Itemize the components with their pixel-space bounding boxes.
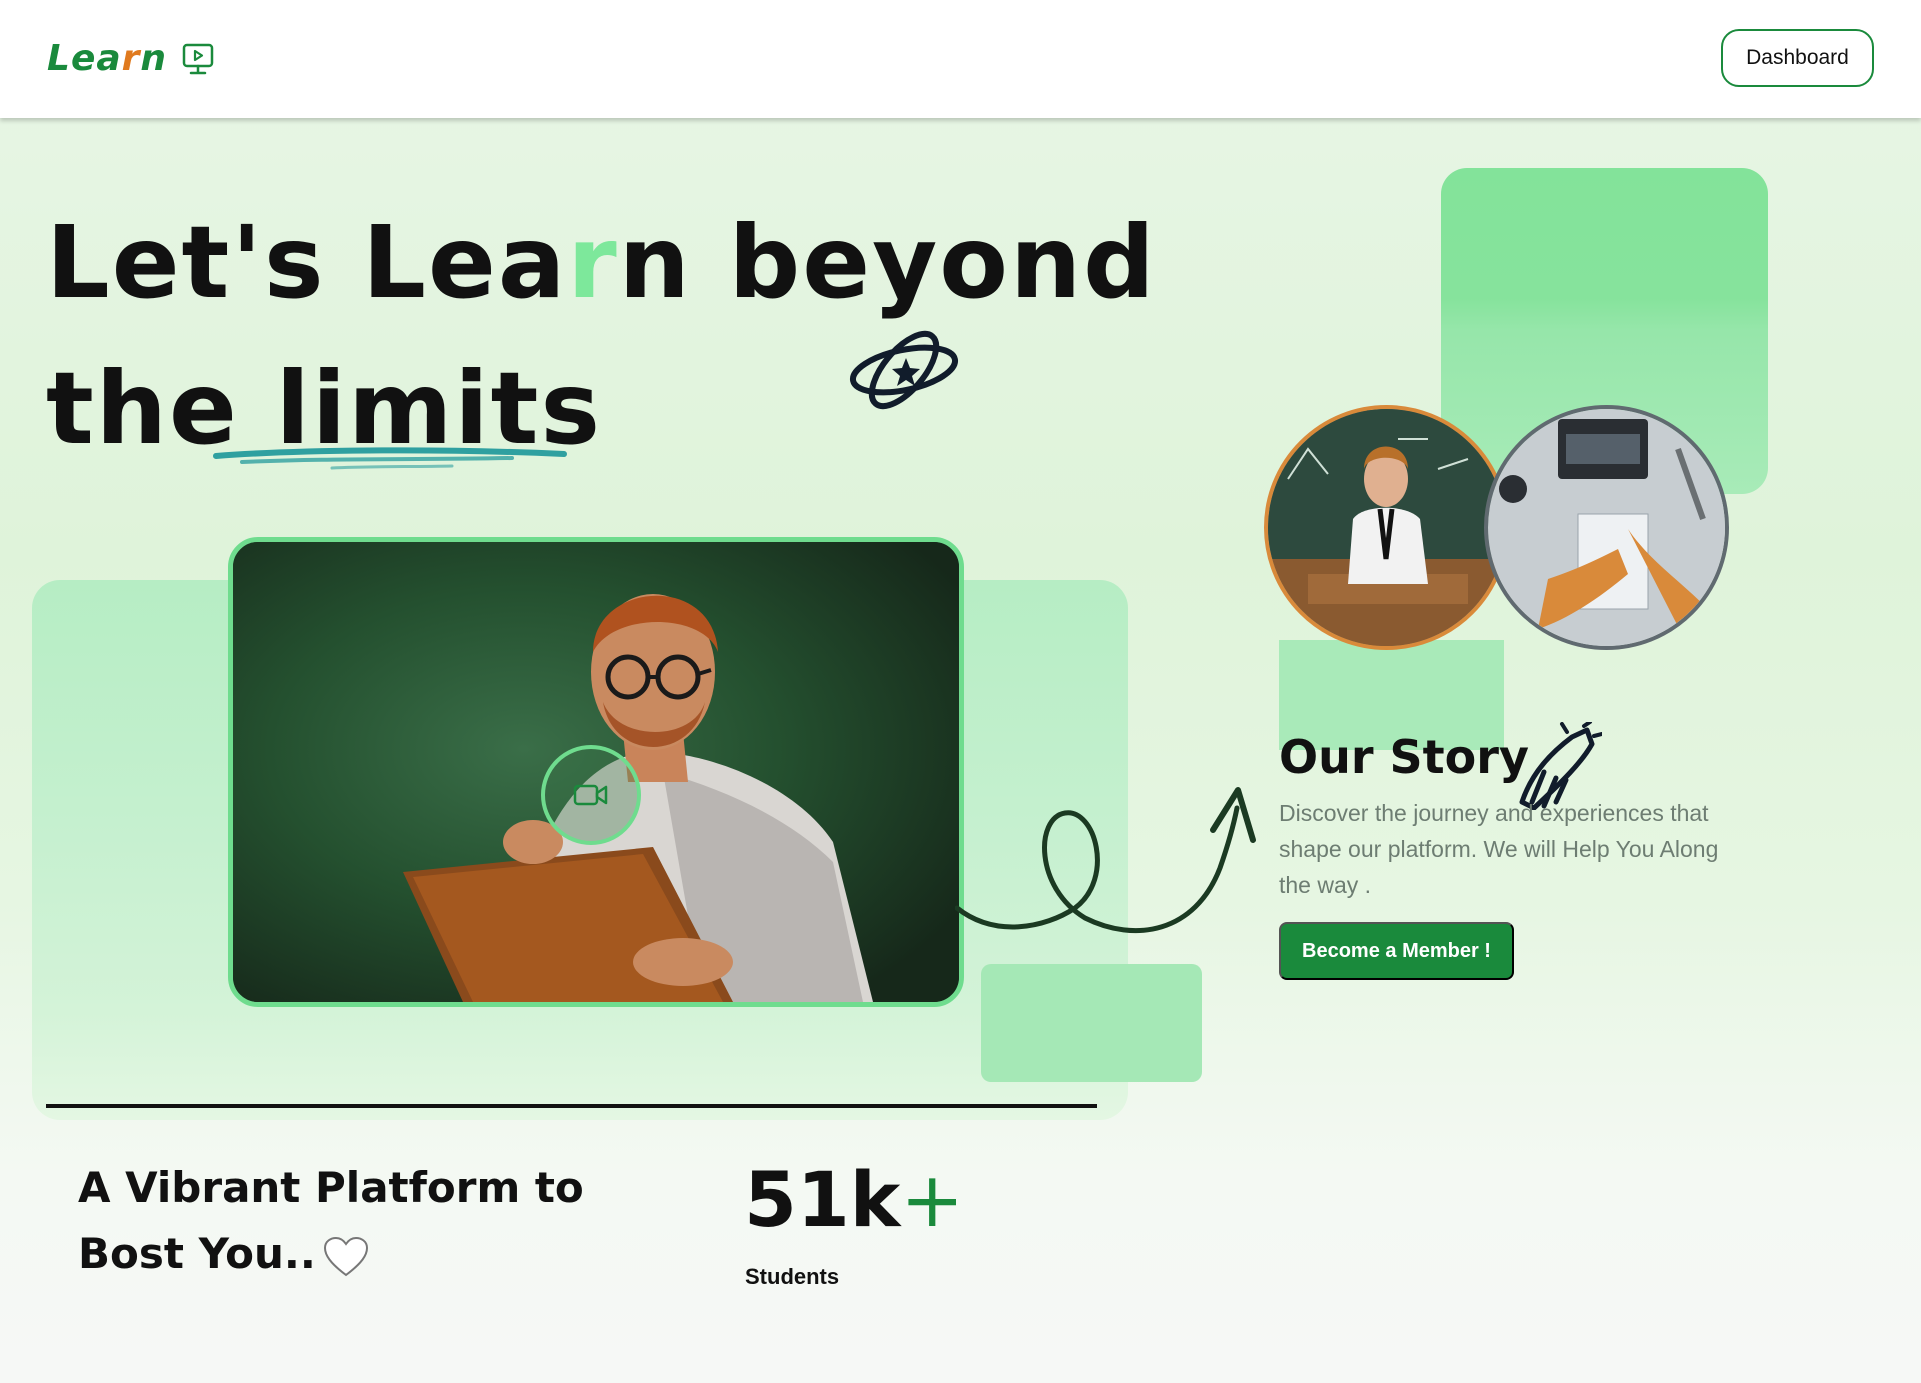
hero-title: Let's Learn beyond the limits	[46, 190, 1157, 482]
video-play-button[interactable]	[541, 745, 641, 845]
decor-shape-small	[981, 964, 1202, 1082]
become-member-button[interactable]: Become a Member !	[1279, 922, 1514, 980]
curly-arrow-decoration	[955, 787, 1256, 933]
students-count: 51k+	[744, 1155, 964, 1244]
dashboard-button[interactable]: Dashboard	[1721, 29, 1874, 87]
section-divider	[46, 1104, 1097, 1108]
brush-underline	[213, 447, 567, 470]
logo[interactable]: Learn	[47, 38, 215, 79]
monitor-play-icon	[182, 43, 214, 74]
tagline-line1: A Vibrant Platform to	[78, 1163, 584, 1212]
video-camera-icon	[573, 784, 608, 806]
top-navbar: Learn Dashboard	[0, 0, 1921, 118]
laptop-photo	[1484, 405, 1729, 650]
tagline-line2: Bost You..	[78, 1221, 638, 1287]
students-label: Students	[745, 1264, 840, 1289]
tagline: A Vibrant Platform to Bost You..	[78, 1155, 638, 1287]
story-title: Our Story	[1279, 730, 1529, 784]
atom-star-icon	[849, 330, 959, 410]
teacher-photo	[1264, 405, 1509, 650]
hero-title-line1: Let's Learn beyond	[46, 204, 1157, 321]
logo-text: Learn	[47, 38, 168, 79]
story-description: Discover the journey and experiences tha…	[1279, 800, 1719, 898]
heart-icon	[323, 1236, 368, 1276]
